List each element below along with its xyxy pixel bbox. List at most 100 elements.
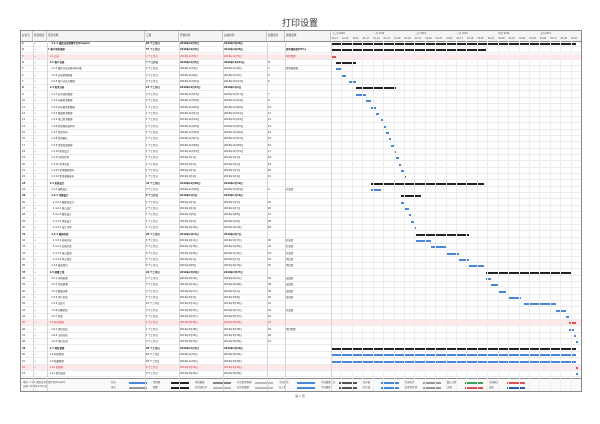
task-start: 2019年3月4日: [180, 296, 197, 299]
gantt-bar[interactable]: [416, 239, 431, 242]
task-mode-icon: ⇒: [34, 130, 37, 134]
task-name: 1.3.12 需求冻结: [51, 162, 70, 166]
task-name: 1.4.2.5 设计评审: [52, 226, 72, 230]
col-start-header[interactable]: 开始时间: [179, 31, 223, 41]
col-finish-header[interactable]: 完成时间: [223, 31, 267, 41]
legend-label: 手动任务: [279, 381, 289, 384]
task-id: 42: [22, 302, 26, 306]
legend-label: 手动摘要: [321, 386, 331, 389]
col-mode-header[interactable]: 任务模式: [33, 31, 47, 41]
task-finish: 2019年3月29日: [224, 353, 242, 357]
gantt-bar[interactable]: [566, 316, 569, 319]
gantt-bar[interactable]: [366, 100, 371, 103]
task-predecessor: 30: [268, 238, 272, 242]
legend-label: 摘要: [153, 386, 158, 389]
task-resource: [285, 162, 331, 168]
task-start: 2019年1月4日: [180, 175, 197, 179]
legend-label: 关键: [447, 386, 452, 389]
task-predecessor: 27: [268, 213, 272, 217]
legend-label: 非活动里程碑: [237, 381, 252, 384]
task-name: 1.3.11 原型评审: [51, 156, 70, 160]
task-mode-icon: ⇒: [34, 340, 37, 344]
legend-label: 仅完成: [363, 386, 371, 389]
gantt-bar[interactable]: [573, 335, 576, 338]
timeline-grid-line: [518, 41, 520, 391]
task-duration: 3 个工作日: [146, 80, 158, 84]
task-id: 14: [22, 124, 26, 128]
legend-swatch: [255, 381, 273, 384]
task-finish: 2018年12月5日: [224, 67, 242, 71]
task-finish: 2019年3月27日: [224, 315, 242, 319]
gantt-bar[interactable]: [576, 373, 578, 376]
task-id: 20: [22, 162, 26, 166]
task-start: 2019年2月22日: [180, 283, 198, 287]
gantt-bar[interactable]: [411, 220, 414, 223]
legend-date-label: 日期: 2018年12月3日: [23, 385, 48, 388]
col-name-header[interactable]: 任务名称: [47, 31, 145, 41]
task-start: 2019年3月29日: [180, 334, 198, 338]
task-duration: 3 个工作日: [146, 308, 158, 312]
task-id: 12: [22, 111, 26, 115]
task-mode-icon: ⇒: [34, 54, 37, 58]
gantt-bar[interactable]: [331, 49, 486, 52]
task-finish: 2018年12月12日: [224, 61, 245, 65]
task-mode-icon: ⇒: [34, 302, 37, 306]
timeline-grid-line: [445, 41, 447, 391]
gantt-bar[interactable]: [396, 157, 399, 160]
task-start: 2019年1月3日: [180, 194, 198, 198]
task-duration: 2 个工作日: [146, 321, 158, 325]
task-mode-icon: ⇒: [34, 86, 37, 90]
task-start: 2018年12月6日: [180, 73, 198, 77]
gantt-bar[interactable]: [376, 112, 379, 115]
task-start: 2019年3月11日: [180, 302, 198, 306]
gantt-bar[interactable]: [576, 366, 578, 369]
legend-swatch: [171, 381, 189, 384]
gantt-bar[interactable]: [356, 93, 366, 96]
col-resource-header[interactable]: 资源名称: [285, 31, 331, 41]
task-name: 1.10 里程碑: [49, 365, 63, 369]
gantt-bar[interactable]: [386, 131, 389, 134]
task-name: 1.4 系统设计: [49, 181, 65, 185]
gantt-bar[interactable]: [336, 68, 341, 71]
task-name: 1.4.3.4 单元测试: [52, 257, 72, 261]
task-finish: 2018年12月7日: [224, 73, 242, 77]
task-duration: 84 个工作日: [146, 353, 160, 357]
gantt-bar[interactable]: [498, 290, 506, 293]
task-resource: 开发组: [286, 308, 294, 312]
task-name: 1.3.14 需求基线发布: [51, 175, 74, 179]
gantt-bar[interactable]: [398, 163, 401, 166]
task-duration: 20 个工作日: [146, 232, 160, 236]
task-name: 1.3.7 需求评审: [51, 130, 68, 134]
task-name: 1 客户需求调研: [48, 48, 65, 52]
task-start: 2018年12月3日: [180, 353, 198, 357]
gantt-bar[interactable]: [431, 246, 446, 249]
task-mode-icon: ⇒: [34, 169, 37, 172]
col-duration-header[interactable]: 工期: [145, 31, 179, 41]
task-start: 2018年12月28日: [180, 143, 200, 147]
col-id-header[interactable]: 标识号: [21, 31, 33, 41]
task-start: 2019年1月11日: [180, 238, 198, 242]
task-mode-icon: ⇒: [34, 245, 37, 249]
gantt-bar[interactable]: [388, 138, 391, 141]
task-finish: 2018年12月21日: [224, 111, 244, 115]
timeline-grid-line: [414, 41, 416, 391]
task-name: 1.5.3 数据迁移: [51, 289, 68, 293]
grid-line: [223, 41, 224, 391]
task-id: 29: [22, 219, 26, 223]
task-duration: 8 个工作日: [146, 264, 158, 268]
task-name: 1.6.3 项目关闭: [51, 340, 68, 344]
gantt-bar[interactable]: [408, 214, 411, 217]
task-start: 2018年12月24日: [180, 118, 200, 122]
task-resource: [285, 193, 331, 199]
task-duration: 0 个工作日: [146, 372, 158, 376]
task-mode-icon: ⇒: [34, 219, 37, 223]
task-mode-icon: ⇒: [34, 353, 37, 357]
task-start: 2019年2月27日: [180, 289, 198, 293]
task-predecessor: 20: [268, 169, 272, 172]
gantt-bar[interactable]: [336, 62, 356, 65]
task-start: 2019年3月29日: [180, 365, 198, 369]
col-predecessor-header[interactable]: 前置任务: [267, 31, 285, 41]
task-name: 1.5.2 系统部署: [51, 283, 68, 287]
task-finish: 2019年3月29日: [224, 42, 243, 45]
gantt-bar[interactable]: [576, 341, 578, 344]
